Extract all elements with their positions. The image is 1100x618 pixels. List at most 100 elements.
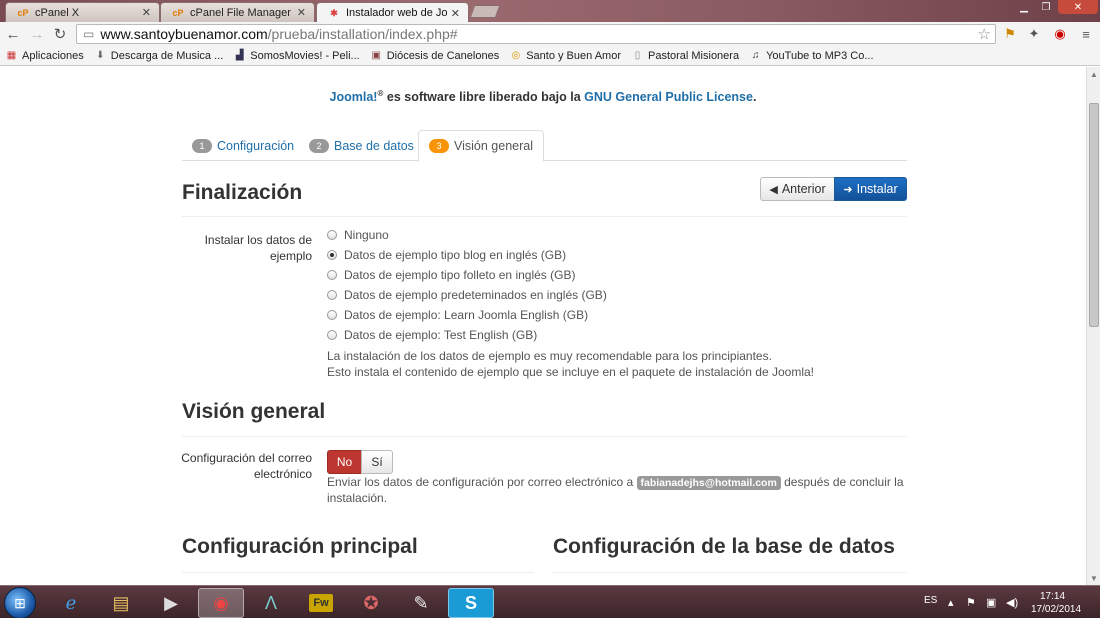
bookmark-label: Aplicaciones — [22, 49, 84, 62]
movies-icon: ▟ — [235, 50, 244, 61]
arrow-right-icon: ➜ — [843, 183, 853, 196]
address-bar[interactable]: ▭ www.santoybuenamor.com/prueba/installa… — [76, 24, 996, 44]
clock-date[interactable]: 17/02/2014 — [1031, 604, 1081, 615]
joomla-icon: ✱ — [330, 7, 338, 18]
close-icon[interactable]: ✕ — [297, 6, 306, 19]
scroll-up-icon[interactable]: ▲ — [1087, 67, 1100, 81]
new-tab-button[interactable] — [469, 5, 501, 18]
media-player-icon[interactable]: ▶ — [148, 588, 194, 618]
network-icon[interactable]: ▣ — [986, 596, 996, 609]
minimize-icon[interactable]: ▁ — [1014, 0, 1034, 14]
scroll-down-icon[interactable]: ▼ — [1087, 571, 1100, 585]
bookmark-label: YouTube to MP3 Co... — [766, 49, 874, 62]
flag-icon[interactable]: ⚑ — [966, 596, 976, 609]
url-path: /prueba/installation/index.php# — [267, 26, 458, 42]
reload-icon[interactable]: ↻ — [51, 25, 69, 43]
close-icon[interactable]: ✕ — [451, 7, 460, 20]
arrow-left-icon: ◀ — [769, 183, 778, 196]
arch-icon[interactable]: Ʌ — [248, 588, 294, 618]
circle-icon: ◎ — [511, 50, 521, 61]
bookmark-santo[interactable]: ◎ Santo y Buen Amor — [509, 49, 621, 62]
bookmark-star-icon[interactable]: ☆ — [978, 25, 991, 43]
file-explorer-icon[interactable]: ▤ — [98, 588, 144, 618]
radio-button[interactable] — [327, 330, 337, 340]
email-no-button[interactable]: No — [327, 450, 362, 474]
back-icon[interactable]: ← — [4, 25, 22, 43]
scroll-thumb[interactable] — [1089, 103, 1099, 327]
page-scrollbar[interactable]: ▲ ▼ — [1086, 67, 1100, 585]
page-icon: ▯ — [634, 50, 641, 61]
tray-expand-icon[interactable]: ▴ — [948, 596, 954, 609]
bookmark-movies[interactable]: ▟ SomosMovies! - Peli... — [233, 49, 360, 62]
license-text: es software libre liberado bajo la — [383, 90, 585, 105]
install-button[interactable]: ➜ Instalar — [834, 177, 907, 201]
tab-base-de-datos[interactable]: 2 Base de datos — [309, 130, 414, 161]
radio-button[interactable] — [327, 310, 337, 320]
cpanel-icon: cP — [172, 7, 184, 18]
skype-icon[interactable]: S — [448, 588, 494, 618]
tab-title: Instalador web de Joomla! — [346, 7, 447, 19]
sample-option-learn[interactable]: Datos de ejemplo: Learn Joomla English (… — [327, 306, 588, 324]
install-label: Instalar — [856, 182, 898, 196]
divider — [182, 216, 907, 217]
bookmark-label: SomosMovies! - Peli... — [250, 49, 360, 62]
gpl-link[interactable]: GNU General Public License — [584, 90, 753, 104]
option-label: Datos de ejemplo: Test English (GB) — [344, 328, 538, 342]
radio-button[interactable] — [327, 230, 337, 240]
extension-icon[interactable]: ⚑ — [1002, 26, 1018, 42]
music-icon: ♫ — [751, 50, 760, 61]
bookmark-label: Pastoral Misionera — [647, 49, 740, 62]
bookmark-youtube-mp3[interactable]: ♫ YouTube to MP3 Co... — [749, 49, 874, 62]
extension-puzzle-icon[interactable]: ✦ — [1026, 26, 1042, 42]
browser-tab-cpanel[interactable]: cP cPanel X ✕ — [5, 2, 160, 22]
radio-button[interactable] — [327, 290, 337, 300]
pen-icon[interactable]: ✎ — [398, 588, 444, 618]
sample-option-blog[interactable]: Datos de ejemplo tipo blog en inglés (GB… — [327, 246, 566, 264]
tab-vision-general[interactable]: 3 Visión general — [418, 130, 544, 162]
config-bd-title: Configuración de la base de datos — [553, 535, 895, 558]
license-notice: Joomla!® es software libre liberado bajo… — [0, 89, 1086, 104]
browser-tab-joomla[interactable]: ✱ Instalador web de Joomla! ✕ — [316, 2, 469, 23]
option-label: Datos de ejemplo predeteminados en inglé… — [344, 288, 607, 302]
restore-icon[interactable]: ❐ — [1036, 0, 1056, 14]
sample-option-test[interactable]: Datos de ejemplo: Test English (GB) — [327, 326, 537, 344]
close-window-icon[interactable]: ✕ — [1058, 0, 1098, 14]
license-end: . — [752, 90, 757, 105]
start-button[interactable]: ⊞ — [4, 587, 36, 618]
sample-option-brochure[interactable]: Datos de ejemplo tipo folleto en inglés … — [327, 266, 575, 284]
tab-configuracion[interactable]: 1 Configuración — [192, 130, 294, 161]
previous-button[interactable]: ◀ Anterior — [760, 177, 835, 201]
bookmark-label: Santo y Buen Amor — [526, 49, 621, 62]
bookmark-music[interactable]: ⬇ Descarga de Musica ... — [94, 49, 223, 62]
bookmark-pastoral[interactable]: ▯ Pastoral Misionera — [631, 49, 739, 62]
divider — [182, 436, 907, 437]
language-indicator[interactable]: ES — [924, 595, 937, 606]
menu-icon[interactable]: ≡ — [1078, 26, 1094, 42]
chrome-icon[interactable]: ◉ — [198, 588, 244, 618]
radio-button-checked[interactable] — [327, 250, 337, 260]
email-config-label: Configuración del correo electrónico — [181, 451, 312, 481]
email-yes-button[interactable]: Sí — [361, 450, 393, 474]
opera-extension-icon[interactable]: ◉ — [1052, 26, 1068, 42]
radio-button[interactable] — [327, 270, 337, 280]
bookmark-diocese[interactable]: ▣ Diócesis de Canelones — [370, 49, 499, 62]
page-icon: ▭ — [83, 27, 95, 41]
option-label: Ninguno — [344, 228, 389, 242]
internet-explorer-icon[interactable]: ℯ — [48, 588, 94, 618]
email-text-after: después de concluir la — [780, 475, 904, 489]
joomla-link[interactable]: Joomla! — [330, 90, 378, 104]
game-icon[interactable]: ✪ — [348, 588, 394, 618]
divider — [182, 572, 534, 573]
volume-icon[interactable]: ◀) — [1006, 596, 1018, 609]
clock-time[interactable]: 17:14 — [1040, 591, 1065, 602]
bookmark-apps[interactable]: ▦ Aplicaciones — [5, 49, 84, 62]
sample-option-none[interactable]: Ninguno — [327, 226, 389, 244]
sample-option-default[interactable]: Datos de ejemplo predeteminados en inglé… — [327, 286, 607, 304]
close-icon[interactable]: ✕ — [142, 6, 151, 19]
browser-tab-file-manager[interactable]: cP cPanel File Manager v3 ✕ — [160, 2, 315, 22]
page-viewport: Joomla!® es software libre liberado bajo… — [0, 67, 1086, 585]
tab-title: cPanel X — [35, 6, 80, 19]
browser-toolbar: ← → ↻ ▭ www.santoybuenamor.com/prueba/in… — [0, 22, 1100, 46]
fireworks-icon[interactable]: Fw — [298, 588, 344, 618]
forward-icon[interactable]: → — [28, 25, 46, 43]
